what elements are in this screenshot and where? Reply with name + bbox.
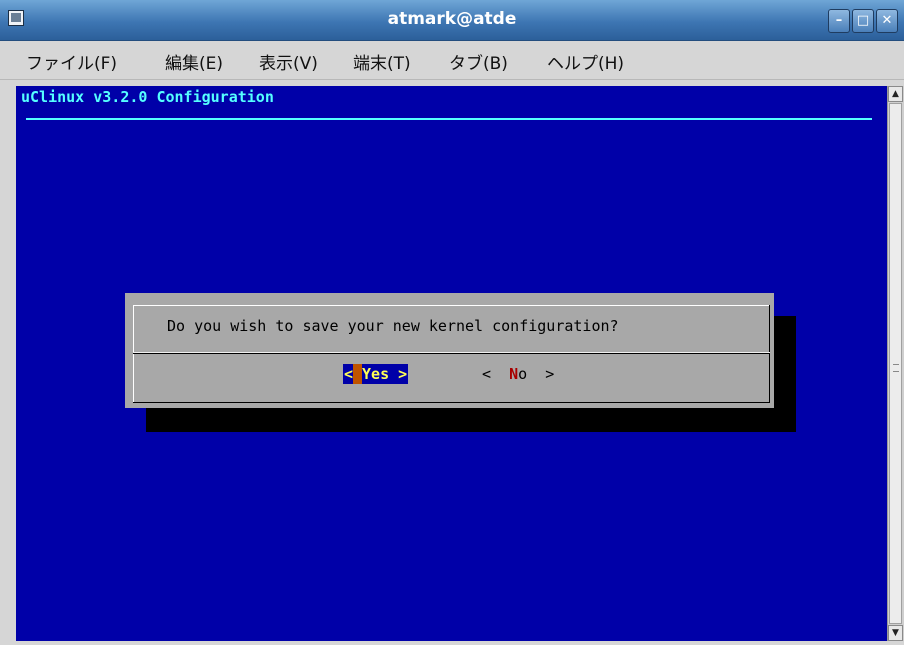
dialog-question: Do you wish to save your new kernel conf… [167,317,619,335]
yes-close-bracket: > [398,365,408,383]
scroll-up-icon[interactable]: ▲ [888,86,903,102]
no-open-bracket: < [482,365,492,383]
menu-bar: ファイル(F) 編集(E) 表示(V) 端末(T) タブ(B) ヘルプ(H) [0,41,904,80]
maximize-button[interactable]: □ [852,9,874,33]
no-button[interactable]: < No > [482,364,554,384]
dialog-border-bottom [133,402,770,403]
minimize-button[interactable]: – [828,9,850,33]
menu-edit[interactable]: 編集(E) [165,49,223,74]
no-hotkey: N [509,365,519,383]
menu-help[interactable]: ヘルプ(H) [547,49,624,74]
config-title: uClinux v3.2.0 Configuration [21,88,274,106]
menu-file[interactable]: ファイル(F) [26,49,117,74]
save-config-dialog: Do you wish to save your new kernel conf… [125,293,774,408]
menu-view[interactable]: 表示(V) [259,49,318,74]
text-cursor [353,364,363,384]
terminal-window: atmark@atde – □ ✕ ファイル(F) 編集(E) 表示(V) 端末… [0,0,904,645]
yes-label: Yes [362,365,390,383]
no-close-bracket: > [545,365,555,383]
dialog-separator-shadow [133,353,770,354]
scroll-down-icon[interactable]: ▼ [888,625,903,641]
title-bar[interactable]: atmark@atde – □ ✕ [0,0,904,41]
menu-tabs[interactable]: タブ(B) [449,49,508,74]
terminal-screen[interactable]: uClinux v3.2.0 Configuration Do you wish… [16,86,887,641]
window-title: atmark@atde [387,9,517,29]
grip-icon [893,364,899,372]
yes-button[interactable]: < Yes > [343,364,409,384]
dialog-border-top [133,305,770,306]
title-underline [26,118,872,120]
vertical-scrollbar[interactable]: ▲ ▼ [887,86,904,641]
scroll-thumb[interactable] [889,103,902,624]
yes-open-bracket: < [344,365,354,383]
close-button[interactable]: ✕ [876,9,898,33]
no-label-rest: o [518,365,528,383]
dialog-border-right [769,305,770,403]
dialog-border-left [133,305,134,403]
menu-terminal[interactable]: 端末(T) [353,49,411,74]
